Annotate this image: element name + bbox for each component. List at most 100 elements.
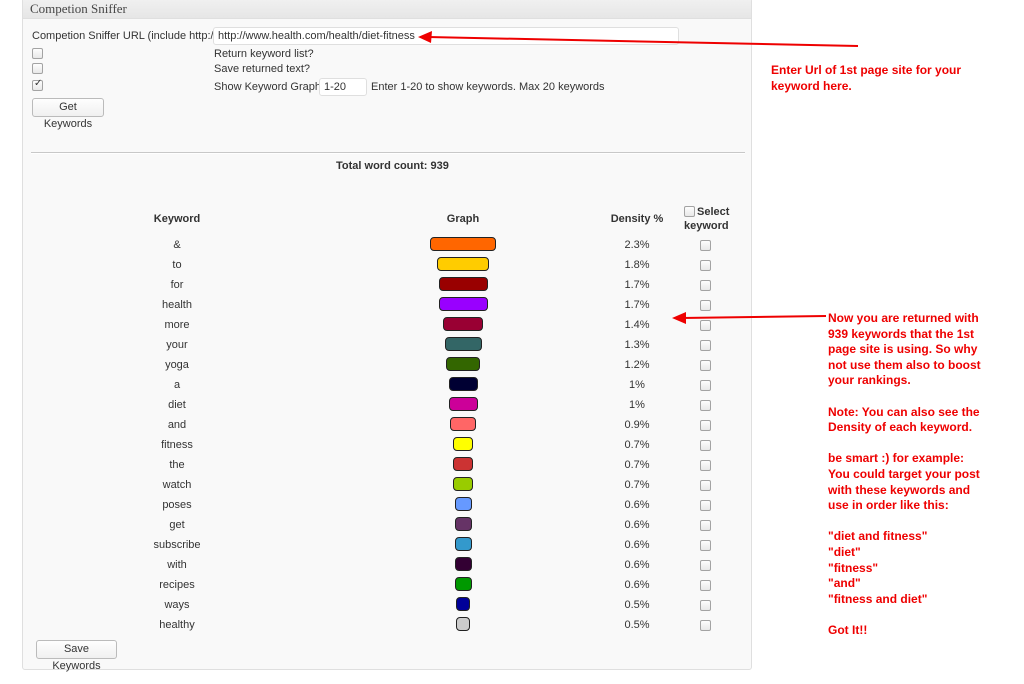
- annotation-line: Enter Url of 1st page site for your: [771, 63, 962, 77]
- annotation-line: Density of each keyword.: [828, 420, 973, 435]
- density-bar: [438, 297, 488, 311]
- divider: [31, 152, 745, 154]
- annotation-line: [828, 514, 981, 530]
- density-bar: [453, 457, 473, 471]
- annotation-line: "fitness": [828, 560, 879, 575]
- keyword-cell: more: [164, 319, 190, 331]
- select-keyword-checkbox[interactable]: [700, 440, 711, 451]
- keyword-cell: diet: [168, 399, 186, 411]
- density-bar: [444, 337, 482, 351]
- keyword-cell: to: [172, 259, 182, 271]
- url-label: Competion Sniffer URL (include http://): [32, 30, 221, 42]
- annotation-line: "diet": [828, 544, 861, 559]
- keyword-cell: recipes: [159, 579, 195, 591]
- select-keyword-checkbox[interactable]: [700, 420, 711, 431]
- keyword-cell: &: [173, 239, 181, 251]
- density-bar: [437, 257, 489, 271]
- keyword-cell: health: [162, 299, 192, 311]
- density-bar: [453, 477, 473, 491]
- density-cell: 0.6%: [624, 559, 650, 571]
- keyword-cell: fitness: [161, 439, 193, 451]
- density-cell: 1%: [629, 399, 645, 411]
- select-keyword-checkbox[interactable]: [700, 280, 711, 291]
- show-keyword-graph-checkbox[interactable]: [32, 78, 43, 91]
- density-bar: [456, 617, 470, 631]
- select-keyword-checkbox[interactable]: [700, 300, 711, 311]
- keyword-cell: the: [169, 459, 185, 471]
- annotation-line: [828, 436, 981, 452]
- select-keyword-checkbox[interactable]: [700, 600, 711, 611]
- keyword-cell: healthy: [159, 619, 195, 631]
- total-word-count: Total word count: 939: [336, 160, 449, 172]
- select-keyword-checkbox[interactable]: [700, 480, 711, 491]
- select-keyword-checkbox[interactable]: [700, 540, 711, 551]
- density-bar: [454, 517, 472, 531]
- annotation-line: Got It!!: [828, 622, 868, 637]
- density-bar: [443, 317, 483, 331]
- select-keyword-checkbox[interactable]: [700, 620, 711, 631]
- density-bar: [454, 577, 472, 591]
- graph-range-hint: Enter 1-20 to show keywords. Max 20 keyw…: [371, 81, 605, 93]
- select-keyword-checkbox[interactable]: [700, 240, 711, 251]
- annotation-line: be smart :) for example:: [828, 451, 965, 466]
- density-cell: 0.6%: [624, 539, 650, 551]
- select-column-header: Select: [697, 206, 730, 218]
- density-cell: 1.7%: [624, 299, 650, 311]
- keyword-cell: a: [173, 379, 181, 391]
- keyword-column-header: Keyword: [153, 213, 201, 225]
- keyword-cell: and: [167, 419, 187, 431]
- density-cell: 0.5%: [624, 599, 650, 611]
- density-cell: 2.3%: [624, 239, 650, 251]
- return-keyword-list-checkbox[interactable]: [32, 48, 43, 59]
- annotation-line: You could target your post: [828, 466, 980, 481]
- select-all-checkbox[interactable]: [684, 206, 695, 217]
- save-returned-text-label: Save returned text?: [214, 63, 311, 75]
- get-keywords-button[interactable]: Get Keywords: [32, 98, 104, 130]
- density-bar: [446, 357, 480, 371]
- annotation-line: 939 keywords that the 1st: [828, 326, 975, 341]
- density-cell: 1.2%: [624, 359, 650, 371]
- url-input[interactable]: http://www.health.com/health/diet-fitnes…: [213, 27, 679, 45]
- select-keyword-checkbox[interactable]: [700, 400, 711, 411]
- graph-range-input[interactable]: 1-20: [319, 78, 367, 96]
- select-keyword-checkbox[interactable]: [700, 360, 711, 371]
- keyword-cell: with: [167, 559, 187, 571]
- density-cell: 1.3%: [624, 339, 650, 351]
- select-keyword-checkbox[interactable]: [700, 560, 711, 571]
- annotation-note-keywords: Now you are returned with 939 keywords th…: [828, 311, 981, 638]
- select-keyword-checkbox[interactable]: [700, 460, 711, 471]
- select-keyword-checkbox[interactable]: [700, 580, 711, 591]
- density-bar: [454, 557, 472, 571]
- graph-column-header: Graph: [446, 213, 480, 225]
- show-keyword-graph-label: Show Keyword Graph: [214, 81, 321, 93]
- density-bar: [430, 237, 496, 251]
- keyword-cell: yoga: [165, 359, 189, 371]
- select-keyword-checkbox[interactable]: [700, 520, 711, 531]
- select-keyword-checkbox[interactable]: [700, 340, 711, 351]
- annotation-note-url: Enter Url of 1st page site for your keywo…: [771, 63, 961, 94]
- select-keyword-checkbox[interactable]: [700, 500, 711, 511]
- annotation-line: [828, 607, 981, 623]
- select-keyword-checkbox[interactable]: [700, 380, 711, 391]
- density-cell: 1.8%: [624, 259, 650, 271]
- keyword-cell: get: [169, 519, 185, 531]
- density-bar: [438, 277, 488, 291]
- save-keywords-button[interactable]: Save Keywords: [36, 640, 117, 672]
- density-cell: 1.7%: [624, 279, 650, 291]
- density-cell: 0.7%: [624, 439, 650, 451]
- select-keyword-checkbox[interactable]: [700, 260, 711, 271]
- density-cell: 0.7%: [624, 479, 650, 491]
- keyword-cell: for: [170, 279, 184, 291]
- save-returned-text-checkbox[interactable]: [32, 63, 43, 74]
- select-keyword-checkbox[interactable]: [700, 320, 711, 331]
- annotation-line: not use them also to boost: [828, 357, 981, 372]
- density-bar: [448, 397, 478, 411]
- panel-title: Competion Sniffer: [30, 1, 127, 16]
- density-cell: 0.6%: [624, 579, 650, 591]
- annotation-line: with these keywords and: [828, 482, 971, 497]
- annotation-line: "fitness and diet": [828, 591, 928, 606]
- annotation-line: your rankings.: [828, 373, 911, 388]
- density-bar: [454, 497, 472, 511]
- keyword-cell: ways: [164, 599, 190, 611]
- annotation-line: page site is using. So why: [828, 342, 978, 357]
